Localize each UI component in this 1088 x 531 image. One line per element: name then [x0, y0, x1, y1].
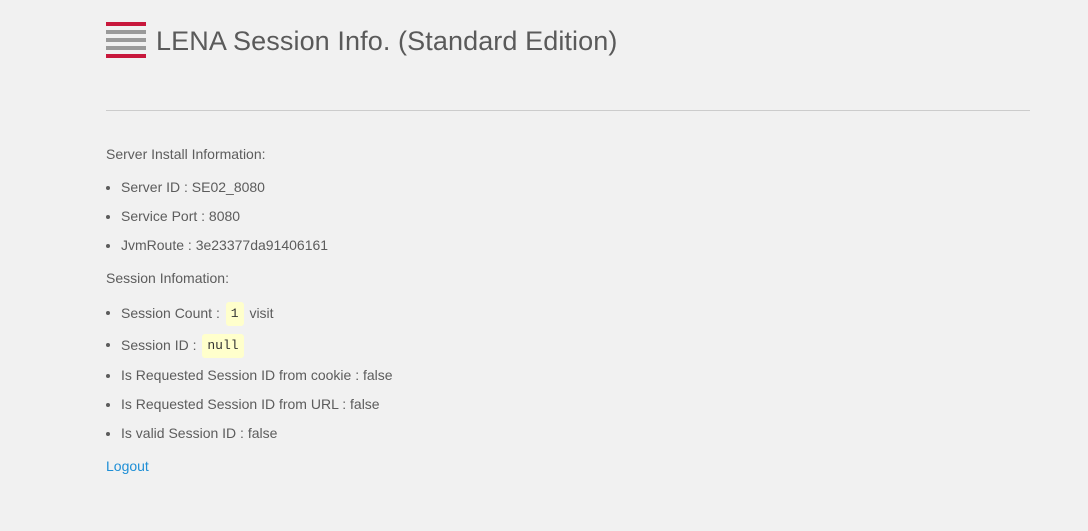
bullet-icon: [106, 311, 110, 315]
session-id-value: null: [202, 334, 244, 359]
lena-logo-icon: [106, 20, 146, 62]
page: LENA Session Info. (Standard Edition) Se…: [0, 0, 1088, 531]
session-cookie-text: Is Requested Session ID from cookie : fa…: [121, 367, 393, 383]
logout-link[interactable]: Logout: [106, 458, 149, 474]
page-header: LENA Session Info. (Standard Edition): [106, 20, 617, 62]
bullet-icon: [106, 374, 110, 378]
main-content: Server Install Information: Server ID : …: [106, 146, 1006, 474]
list-item-session-cookie: Is Requested Session ID from cookie : fa…: [106, 361, 1006, 390]
list-item-server-id: Server ID : SE02_8080: [106, 173, 1006, 202]
session-id-label: Session ID :: [121, 337, 197, 353]
session-section-title: Session Infomation:: [106, 270, 229, 286]
list-item-session-id: Session ID : null: [106, 329, 1006, 361]
list-item-session-url: Is Requested Session ID from URL : false: [106, 390, 1006, 419]
bullet-icon: [106, 215, 110, 219]
list-item-jvmroute: JvmRoute : 3e23377da91406161: [106, 231, 1006, 260]
server-id-text: Server ID : SE02_8080: [121, 179, 265, 195]
list-item-session-valid: Is valid Session ID : false: [106, 419, 1006, 448]
session-valid-text: Is valid Session ID : false: [121, 425, 278, 441]
session-count-suffix: visit: [249, 305, 274, 321]
server-section-title: Server Install Information:: [106, 146, 266, 162]
list-item-session-count: Session Count : 1 visit: [106, 297, 1006, 329]
bullet-icon: [106, 343, 110, 347]
bullet-icon: [106, 432, 110, 436]
bullet-icon: [106, 244, 110, 248]
session-count-value: 1: [225, 302, 244, 327]
bullet-icon: [106, 403, 110, 407]
page-title: LENA Session Info. (Standard Edition): [156, 25, 618, 56]
session-url-text: Is Requested Session ID from URL : false: [121, 396, 380, 412]
service-port-text: Service Port : 8080: [121, 208, 241, 224]
header-divider: [106, 110, 1030, 111]
logout-row: Logout: [106, 458, 1006, 474]
session-count-label: Session Count :: [121, 305, 220, 321]
bullet-icon: [106, 186, 110, 190]
list-item-service-port: Service Port : 8080: [106, 202, 1006, 231]
session-info-list: Session Count : 1 visit Session ID : nul…: [106, 297, 1006, 448]
server-info-list: Server ID : SE02_8080 Service Port : 808…: [106, 173, 1006, 260]
jvmroute-text: JvmRoute : 3e23377da91406161: [121, 237, 329, 253]
